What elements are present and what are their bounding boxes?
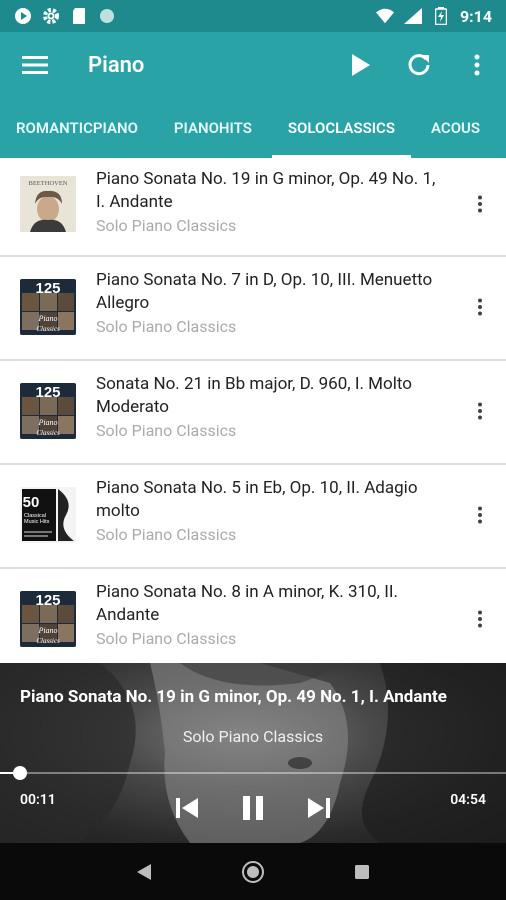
back-button[interactable]: [124, 852, 164, 892]
svg-text:125: 125: [35, 592, 60, 609]
track-title: Piano Sonata No. 7 in D, Op. 10, III. Me…: [96, 270, 433, 313]
track-artist: Solo Piano Classics: [96, 216, 237, 235]
track-more-button[interactable]: [468, 186, 492, 222]
previous-button[interactable]: [167, 791, 207, 825]
tab-romanticpiano[interactable]: ROMANTICPIANO: [0, 98, 154, 158]
track-title: Piano Sonata No. 8 in A minor, K. 310, I…: [96, 582, 398, 625]
recents-button[interactable]: [342, 852, 382, 892]
svg-text:Classics: Classics: [36, 637, 60, 645]
recents-icon: [354, 864, 369, 879]
more-vert-icon: [478, 298, 482, 316]
seek-track: [0, 772, 506, 774]
pause-button[interactable]: [233, 791, 273, 825]
hamburger-icon: [22, 56, 48, 74]
track-more-button[interactable]: [468, 497, 492, 533]
svg-text:Piano: Piano: [37, 626, 57, 635]
overflow-menu-button[interactable]: [448, 32, 506, 98]
signal-icon: [403, 7, 422, 25]
track-row[interactable]: 125 Piano Classics Piano Sonata No. 8 in…: [0, 569, 506, 663]
system-nav-bar: [0, 843, 506, 900]
album-cover: 50 Classical Music Hits: [20, 487, 76, 543]
album-cover: 125 Piano Classics: [20, 383, 76, 439]
tab-bar: ROMANTICPIANO PIANOHITS SOLOCLASSICS ACO…: [0, 98, 506, 158]
track-title: Piano Sonata No. 19 in G minor, Op. 49 N…: [96, 169, 436, 212]
track-artist: Solo Piano Classics: [96, 525, 237, 544]
track-title: Sonata No. 21 in Bb major, D. 960, I. Mo…: [96, 374, 412, 417]
seek-thumb[interactable]: [13, 766, 27, 780]
track-row[interactable]: 50 Classical Music Hits Piano Sonata No.…: [0, 465, 506, 569]
sd-card-icon: [70, 7, 88, 25]
pause-icon: [243, 796, 263, 820]
wifi-icon: [375, 7, 394, 25]
track-more-button[interactable]: [468, 601, 492, 637]
more-vert-icon: [478, 506, 482, 524]
track-title: Piano Sonata No. 5 in Eb, Op. 10, II. Ad…: [96, 478, 418, 521]
tab-pianohits[interactable]: PIANOHITS: [158, 98, 268, 158]
svg-text:50: 50: [23, 494, 40, 511]
seek-bar[interactable]: [0, 766, 506, 780]
skip-next-icon: [308, 798, 330, 818]
album-cover: BEETHOVEN: [20, 176, 76, 232]
play-icon: [352, 54, 370, 76]
app-title: Piano: [88, 52, 145, 78]
now-playing-title: Piano Sonata No. 19 in G minor, Op. 49 N…: [20, 687, 447, 707]
tab-soloclassics[interactable]: SOLOCLASSICS: [271, 98, 412, 158]
status-bar: 9:14: [0, 0, 506, 32]
status-time: 9:14: [459, 6, 492, 26]
total-time: 04:54: [450, 792, 486, 808]
more-vert-icon: [474, 54, 480, 76]
back-icon: [137, 863, 152, 880]
track-artist: Solo Piano Classics: [96, 629, 237, 648]
track-list: BEETHOVEN Piano Sonata No. 19 in G minor…: [0, 158, 506, 663]
more-vert-icon: [478, 195, 482, 213]
circle-icon: [98, 7, 116, 25]
refresh-icon: [408, 54, 430, 76]
album-cover: 125 Piano Classics: [20, 591, 76, 647]
svg-text:125: 125: [35, 280, 60, 297]
home-button[interactable]: [233, 852, 273, 892]
skip-previous-icon: [176, 798, 198, 818]
refresh-button[interactable]: [390, 32, 448, 98]
next-button[interactable]: [299, 791, 339, 825]
play-circle-icon: [14, 7, 32, 25]
battery-icon: [432, 7, 450, 25]
now-playing-artist: Solo Piano Classics: [182, 727, 324, 746]
svg-text:125: 125: [35, 384, 60, 401]
more-vert-icon: [478, 402, 482, 420]
menu-button[interactable]: [0, 32, 70, 98]
svg-text:Piano: Piano: [37, 418, 57, 427]
svg-text:Classics: Classics: [36, 429, 60, 437]
play-all-button[interactable]: [332, 32, 390, 98]
track-more-button[interactable]: [468, 289, 492, 325]
svg-text:Classics: Classics: [36, 325, 60, 333]
tab-acoustic[interactable]: ACOUS: [415, 98, 496, 158]
track-row[interactable]: BEETHOVEN Piano Sonata No. 19 in G minor…: [0, 158, 506, 257]
track-row[interactable]: 125 Piano Classics Piano Sonata No. 7 in…: [0, 257, 506, 361]
track-more-button[interactable]: [468, 393, 492, 429]
track-artist: Solo Piano Classics: [96, 421, 237, 440]
gear-icon: [42, 7, 60, 25]
home-icon: [241, 860, 264, 883]
now-playing-panel: Piano Sonata No. 19 in G minor, Op. 49 N…: [0, 663, 506, 843]
app-bar: Piano: [0, 32, 506, 98]
track-row[interactable]: 125 Piano Classics Sonata No. 21 in Bb m…: [0, 361, 506, 465]
album-cover: 125 Piano Classics: [20, 279, 76, 335]
svg-text:BEETHOVEN: BEETHOVEN: [29, 180, 68, 187]
svg-text:Piano: Piano: [37, 314, 57, 323]
svg-text:Music Hits: Music Hits: [24, 519, 50, 525]
more-vert-icon: [478, 610, 482, 628]
track-artist: Solo Piano Classics: [96, 317, 237, 336]
